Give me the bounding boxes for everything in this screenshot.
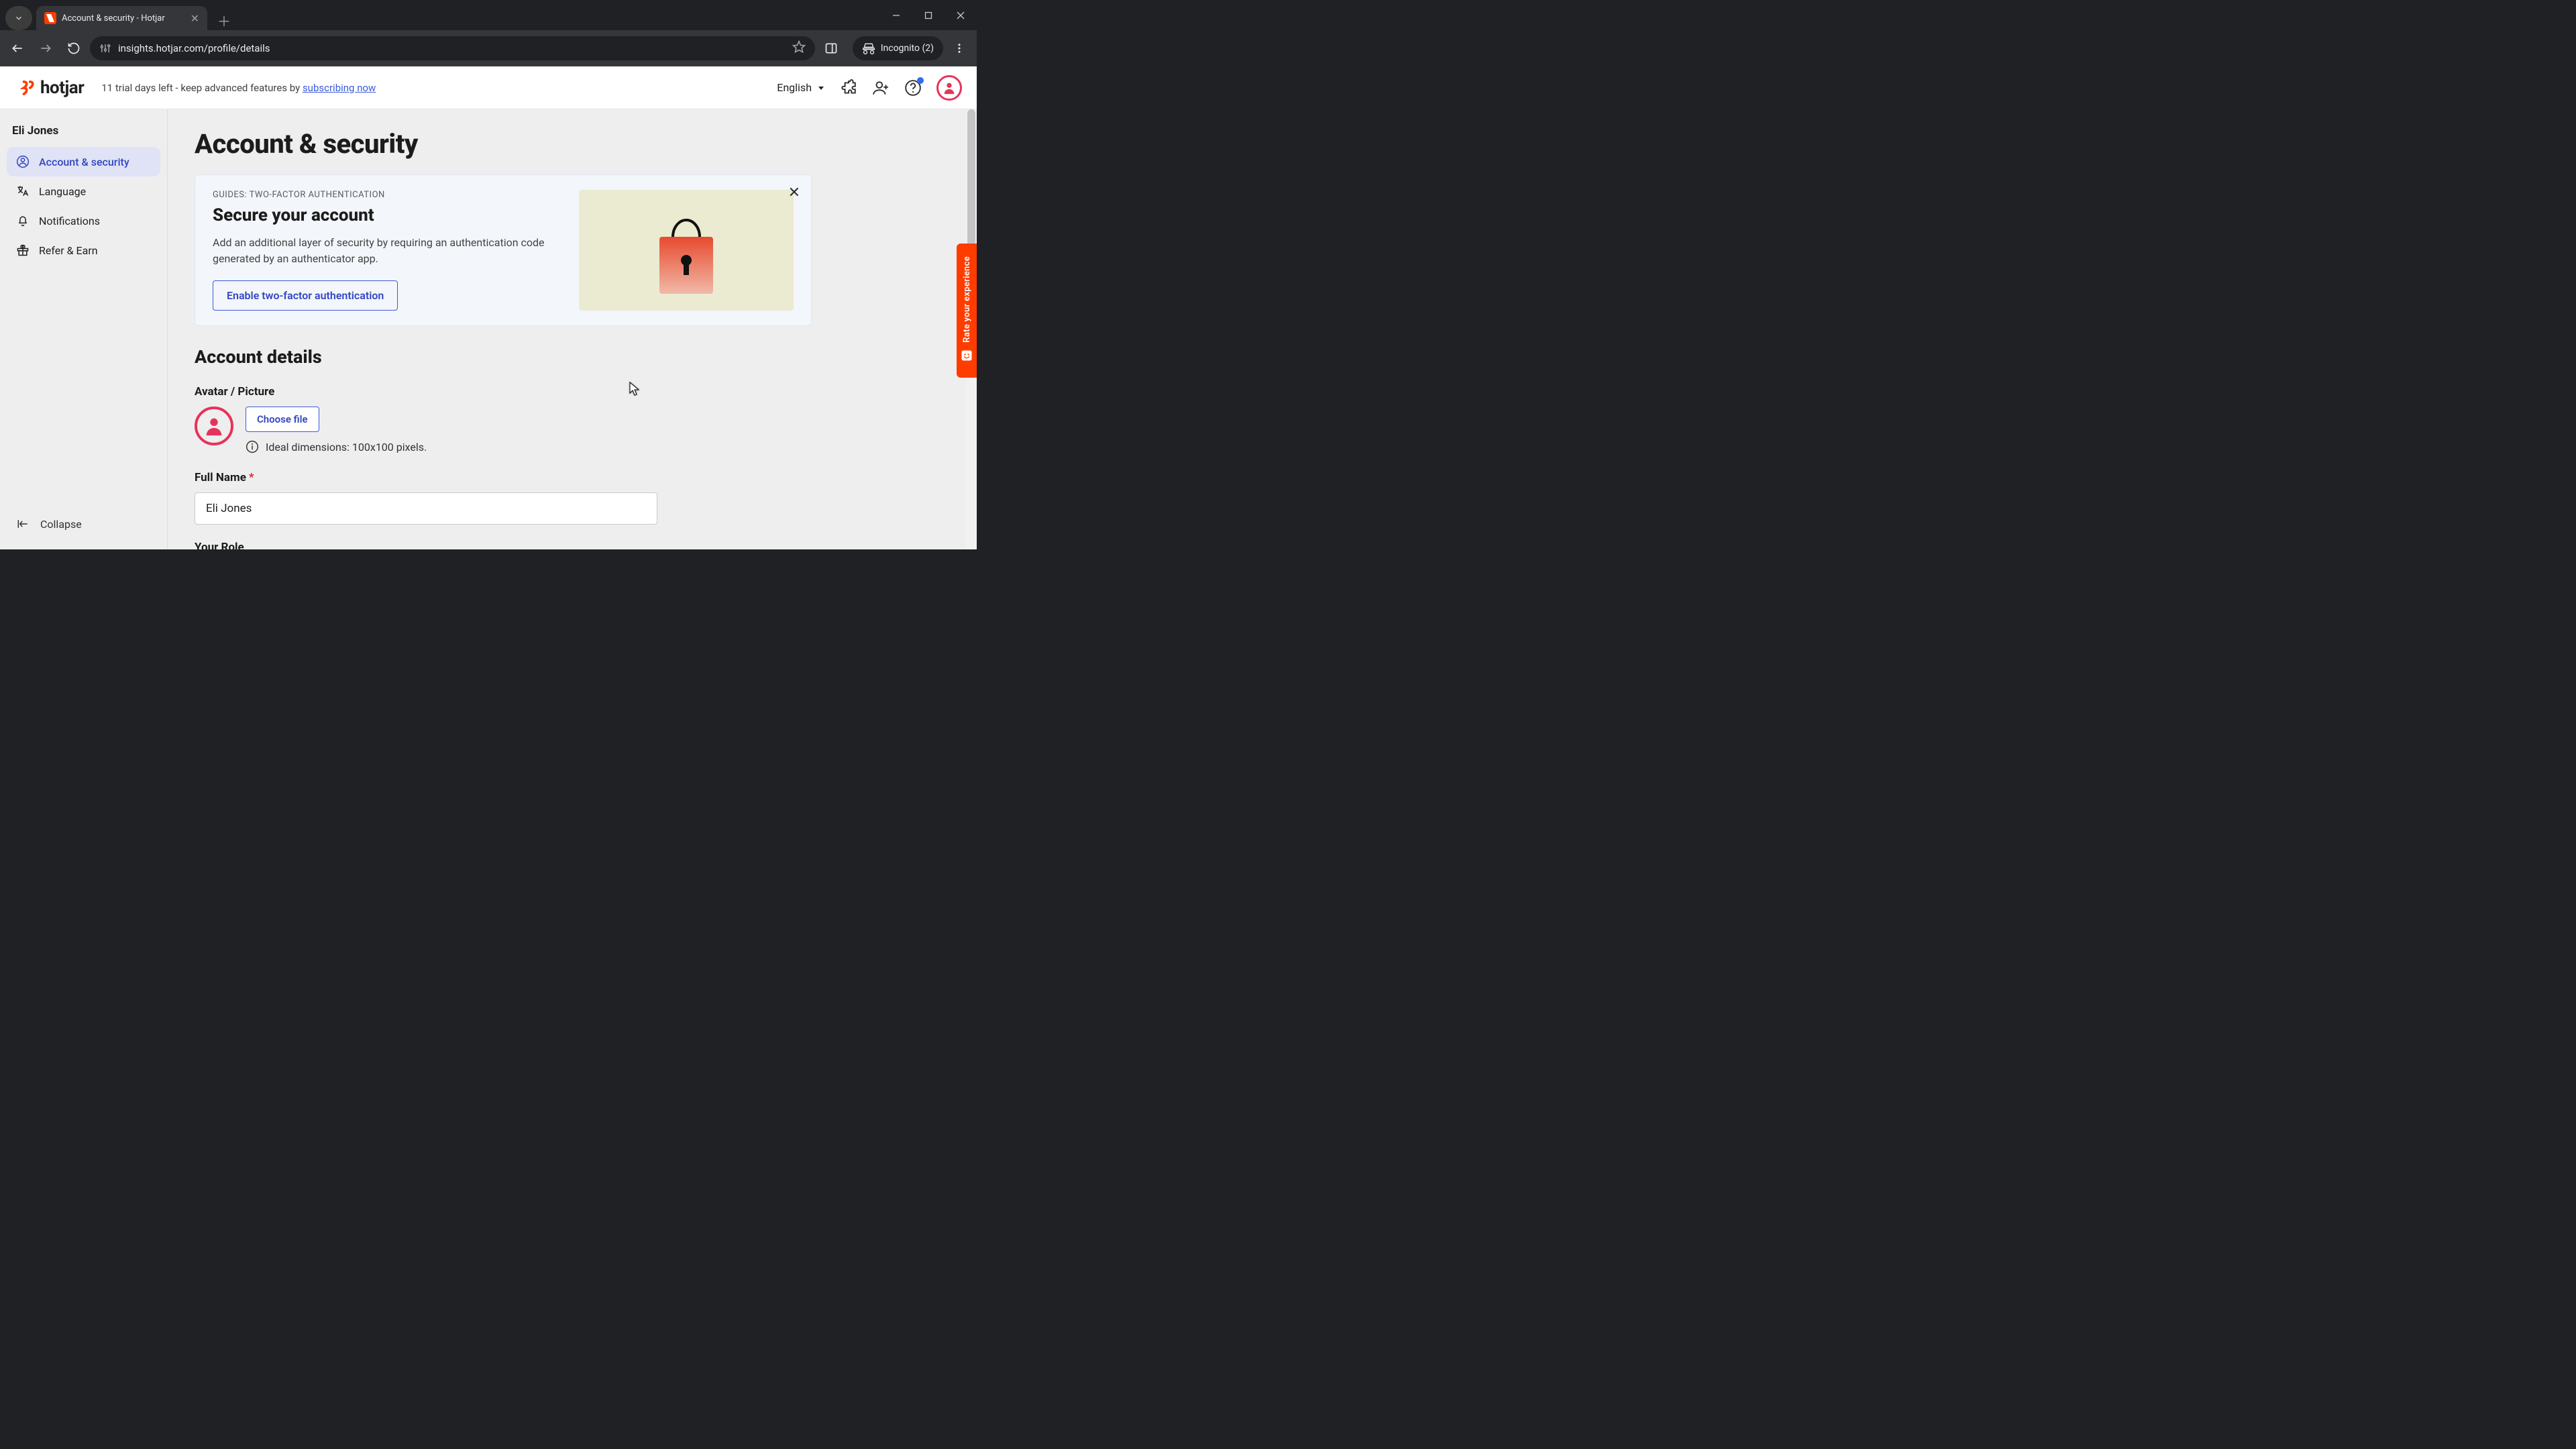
- smile-icon: [960, 349, 973, 365]
- app-viewport: hotjar 11 trial days left - keep advance…: [0, 66, 977, 549]
- page-title: Account & security: [195, 128, 812, 160]
- sidebar-item-label: Language: [39, 185, 86, 198]
- required-asterisk: *: [249, 471, 254, 484]
- collapse-icon: [16, 517, 30, 531]
- reload-icon: [67, 42, 80, 55]
- sidebar-item-language[interactable]: Language: [7, 176, 160, 206]
- site-settings-icon[interactable]: [99, 42, 111, 54]
- incognito-icon: [862, 42, 875, 55]
- feedback-tab-label: Rate your experience: [962, 256, 972, 343]
- subscribe-link[interactable]: subscribing now: [303, 82, 376, 94]
- incognito-label: Incognito (2): [881, 43, 934, 54]
- star-icon: [792, 40, 806, 54]
- full-name-label: Full Name*: [195, 471, 812, 484]
- lock-illustration: [579, 190, 794, 311]
- bell-icon: [16, 214, 30, 227]
- tab-close-button[interactable]: ✕: [191, 12, 199, 25]
- card-close-button[interactable]: ✕: [788, 184, 800, 201]
- window-minimize-button[interactable]: [880, 0, 912, 30]
- language-label: English: [777, 81, 812, 94]
- section-title: Account details: [195, 346, 812, 368]
- hotjar-logo-icon: [20, 80, 35, 95]
- collapse-label: Collapse: [40, 518, 82, 531]
- avatar-icon: [203, 415, 225, 437]
- window-controls: [880, 0, 977, 30]
- gift-icon: [16, 244, 30, 257]
- kebab-icon: [953, 42, 965, 54]
- enable-2fa-button[interactable]: Enable two-factor authentication: [213, 280, 398, 311]
- bookmark-button[interactable]: [792, 40, 806, 56]
- arrow-right-icon: [39, 42, 52, 55]
- puzzle-icon: [840, 79, 857, 97]
- side-panel-button[interactable]: [819, 36, 843, 60]
- sidebar-item-label: Account & security: [39, 156, 129, 168]
- lock-icon: [646, 200, 727, 301]
- hotjar-logo[interactable]: hotjar: [20, 78, 84, 98]
- help-icon: [904, 79, 922, 97]
- sidebar-item-label: Notifications: [39, 215, 100, 227]
- card-title: Secure your account: [213, 205, 559, 225]
- person-add-icon: [872, 79, 890, 97]
- sidebar: Eli Jones Account & security Language No…: [0, 109, 168, 549]
- browser-tab[interactable]: Account & security - Hotjar ✕: [36, 6, 207, 30]
- url-text: insights.hotjar.com/profile/details: [118, 42, 270, 54]
- info-icon: [246, 440, 259, 453]
- avatar-icon: [942, 80, 957, 95]
- new-tab-button[interactable]: ＋: [214, 10, 234, 30]
- sidebar-item-refer-earn[interactable]: Refer & Earn: [7, 235, 160, 265]
- back-button[interactable]: [5, 36, 30, 60]
- language-selector[interactable]: English: [777, 81, 825, 94]
- tab-strip: Account & security - Hotjar ✕ ＋: [0, 0, 234, 30]
- sidebar-item-notifications[interactable]: Notifications: [7, 206, 160, 235]
- choose-file-button[interactable]: Choose file: [246, 407, 319, 432]
- feedback-tab[interactable]: Rate your experience: [957, 244, 977, 378]
- tab-search-button[interactable]: [5, 6, 32, 30]
- main-content[interactable]: Account & security ✕ GUIDES: TWO-FACTOR …: [168, 109, 977, 549]
- browser-menu-button[interactable]: [947, 36, 971, 60]
- avatar-hint: Ideal dimensions: 100x100 pixels.: [266, 441, 427, 453]
- panel-icon: [824, 42, 838, 55]
- invite-button[interactable]: [872, 79, 890, 97]
- sidebar-item-label: Refer & Earn: [39, 244, 98, 257]
- arrow-left-icon: [11, 42, 24, 55]
- chevron-down-icon: [14, 13, 23, 23]
- maximize-icon: [924, 11, 932, 19]
- two-factor-guide-card: ✕ GUIDES: TWO-FACTOR AUTHENTICATION Secu…: [195, 174, 812, 326]
- logo-text: hotjar: [40, 78, 84, 98]
- window-close-button[interactable]: [945, 0, 977, 30]
- card-eyebrow: GUIDES: TWO-FACTOR AUTHENTICATION: [213, 190, 559, 200]
- card-description: Add an additional layer of security by r…: [213, 235, 559, 267]
- your-role-label: Your Role: [195, 541, 812, 549]
- sidebar-collapse-button[interactable]: Collapse: [7, 511, 160, 537]
- full-name-input[interactable]: [195, 492, 657, 525]
- integrations-button[interactable]: [840, 79, 857, 97]
- sidebar-user-name: Eli Jones: [7, 121, 160, 147]
- user-circle-icon: [16, 155, 30, 168]
- caret-down-icon: [817, 84, 825, 92]
- profile-avatar-button[interactable]: [936, 75, 962, 101]
- minimize-icon: [892, 11, 900, 19]
- window-maximize-button[interactable]: [912, 0, 945, 30]
- app-header: hotjar 11 trial days left - keep advance…: [0, 66, 977, 109]
- trial-banner: 11 trial days left - keep advanced featu…: [101, 82, 376, 94]
- address-bar[interactable]: insights.hotjar.com/profile/details: [90, 36, 815, 60]
- avatar-label: Avatar / Picture: [195, 385, 812, 398]
- hotjar-favicon-icon: [44, 12, 56, 24]
- browser-titlebar: Account & security - Hotjar ✕ ＋: [0, 0, 977, 30]
- avatar-preview: [195, 407, 233, 445]
- sidebar-item-account-security[interactable]: Account & security: [7, 147, 160, 176]
- trial-text: 11 trial days left - keep advanced featu…: [101, 82, 303, 94]
- translate-icon: [16, 184, 30, 198]
- help-button[interactable]: [904, 79, 922, 97]
- reload-button[interactable]: [62, 36, 86, 60]
- browser-toolbar: insights.hotjar.com/profile/details Inco…: [0, 30, 977, 66]
- tab-title: Account & security - Hotjar: [62, 13, 165, 23]
- incognito-indicator[interactable]: Incognito (2): [853, 36, 943, 60]
- close-icon: [957, 11, 965, 19]
- forward-button[interactable]: [34, 36, 58, 60]
